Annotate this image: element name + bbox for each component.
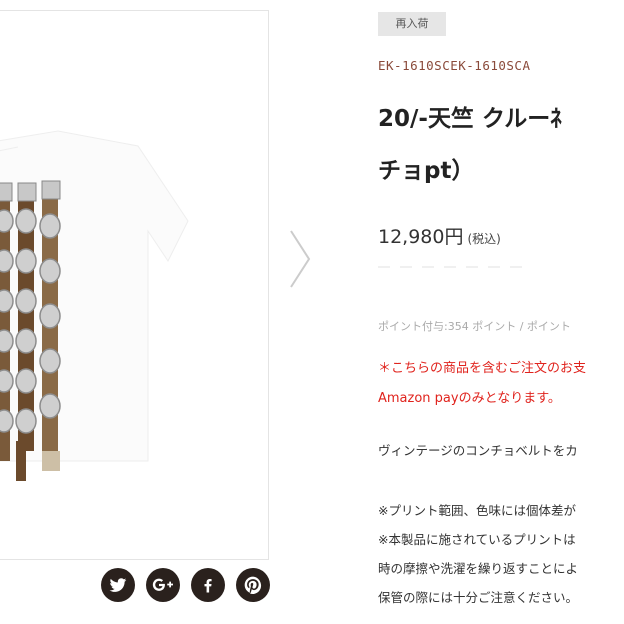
note-line: ※本製品に施されているプリントは [378,532,576,547]
divider [378,256,624,268]
google-plus-share-button[interactable] [146,568,180,602]
note-line: 時の摩擦や洗濯を繰り返すことによ [378,561,579,576]
google-plus-icon [152,578,173,591]
notice-line: ＊こちらの商品を含むご注文のお支 [378,361,587,376]
notice-line: Amazon payのみとなります。 [378,391,561,406]
next-image-arrow[interactable] [282,228,316,290]
pinterest-share-button[interactable] [236,568,270,602]
facebook-share-button[interactable] [191,568,225,602]
twitter-icon [109,578,127,592]
points-info: ポイント付与:354 ポイント / ポイント [378,320,571,333]
product-title-line: チョpt） [378,158,475,184]
product-image[interactable] [0,10,269,560]
product-notes: ※プリント範囲、色味には個体差が ※本製品に施されているプリントは 時の摩擦や洗… [378,496,624,612]
note-line: 保管の際には十分ご注意ください。 [378,590,579,605]
product-title: 20/-天竺 クルーﾈ チョpt） [378,93,624,197]
facebook-icon [204,579,212,593]
price-value: 12,980円 [378,226,464,248]
tshirt-print-image [0,130,189,481]
twitter-share-button[interactable] [101,568,135,602]
product-sku: EK-1610SCEK-1610SCA [378,58,531,73]
tax-label: (税込) [467,232,501,246]
product-description: ヴィンテージのコンチョベルトをカ [378,443,578,458]
note-line: ※プリント範囲、色味には個体差が [378,503,576,518]
restock-badge: 再入荷 [378,12,446,36]
payment-notice: ＊こちらの商品を含むご注文のお支 Amazon payのみとなります。 [378,354,624,414]
chevron-right-icon [290,230,311,288]
product-title-line: 20/-天竺 クルーﾈ [378,106,562,132]
product-price: 12,980円 (税込) [378,222,501,249]
pinterest-icon [244,576,262,594]
